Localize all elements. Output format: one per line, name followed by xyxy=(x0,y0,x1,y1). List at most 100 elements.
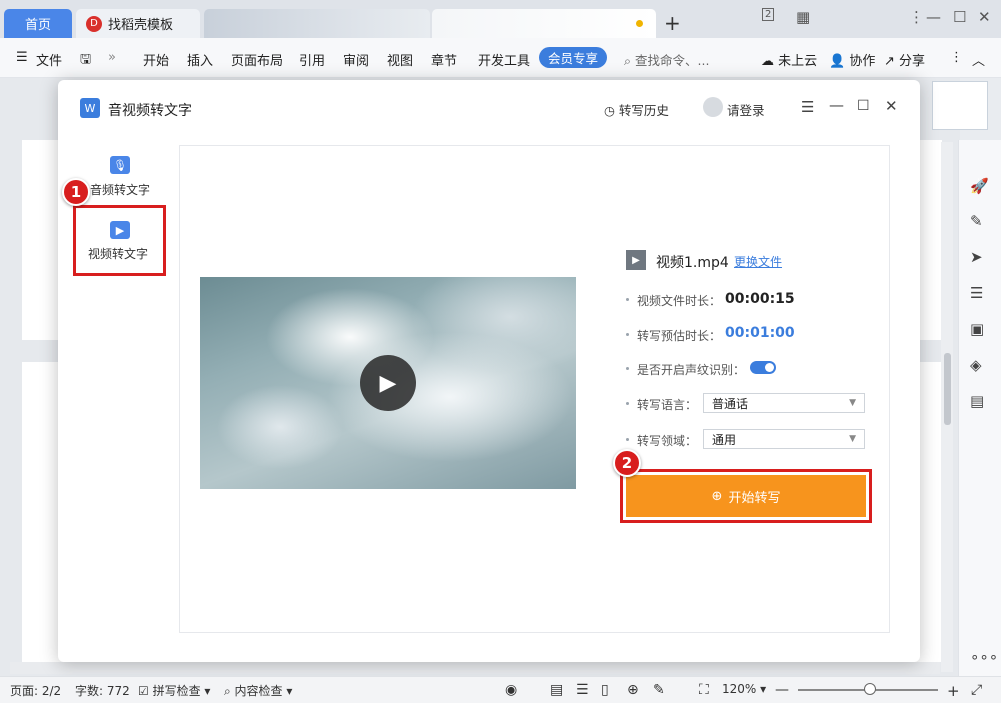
fit-page-icon[interactable]: ⛶ xyxy=(699,682,709,698)
search-icon: ⌕ xyxy=(624,53,632,68)
voiceprint-toggle[interactable] xyxy=(750,361,776,374)
horizontal-scrollbar[interactable] xyxy=(10,662,940,674)
spell-check-button[interactable]: ☑ 拼写检查 ▾ xyxy=(138,682,210,699)
change-file-link[interactable]: 更换文件 xyxy=(734,253,782,270)
docer-logo-icon: D xyxy=(86,15,102,32)
settings-sliders-icon[interactable]: ☰ xyxy=(970,284,983,302)
menu-file[interactable]: 文件 xyxy=(36,50,62,69)
outline-view-icon[interactable]: ☰ xyxy=(576,682,589,698)
unsaved-dot-icon xyxy=(636,20,643,27)
sidebar-item-audio[interactable]: 音频转文字 xyxy=(90,181,150,198)
spell-check-label: 拼写检查 xyxy=(152,684,201,698)
chevron-down-icon: ▼ xyxy=(849,398,856,408)
page-indicator[interactable]: 页面: 2/2 xyxy=(10,682,61,699)
bullet-icon xyxy=(626,333,629,336)
menu-devtools[interactable]: 开发工具 xyxy=(478,50,530,69)
dialog-close-button[interactable]: ✕ xyxy=(885,97,898,115)
share-label: 分享 xyxy=(899,54,926,69)
voiceprint-label: 是否开启声纹识别： xyxy=(637,363,746,377)
start-transcription-button[interactable]: ⊕ 开始转写 xyxy=(626,475,866,517)
zoom-slider-handle[interactable] xyxy=(864,683,876,695)
video-file-icon: ▶ xyxy=(626,250,646,270)
reading-view-icon[interactable]: ▯ xyxy=(601,682,609,698)
pen-view-icon[interactable]: ✎ xyxy=(653,682,665,698)
highlight-box-video xyxy=(73,205,166,276)
fullscreen-icon[interactable]: ⤢ xyxy=(971,682,982,698)
zoom-level[interactable]: 120% ▾ xyxy=(722,682,766,696)
menu-view[interactable]: 视图 xyxy=(387,50,413,69)
zoom-in-button[interactable]: + xyxy=(947,682,960,700)
start-button-label: 开始转写 xyxy=(728,490,781,506)
duration-label: 视频文件时长： xyxy=(637,294,722,308)
login-link[interactable]: 请登录 xyxy=(727,100,765,119)
history-label: 转写历史 xyxy=(618,103,669,118)
menu-icon[interactable]: ☰ xyxy=(801,98,814,116)
zoom-out-button[interactable]: — xyxy=(775,682,789,698)
command-search[interactable]: ⌕ 查找命令、... xyxy=(624,50,709,69)
tab-home[interactable]: 首页 xyxy=(4,9,72,38)
menu-review[interactable]: 审阅 xyxy=(343,50,369,69)
menu-chapter[interactable]: 章节 xyxy=(431,50,457,69)
page-view-icon[interactable]: ▤ xyxy=(550,682,563,698)
content-check-button[interactable]: ⌕ 内容检查 ▾ xyxy=(224,682,292,699)
tab-blurred[interactable] xyxy=(204,9,430,38)
step-badge-1: 1 xyxy=(62,178,90,206)
tab-template[interactable]: D 找稻壳模板 xyxy=(76,9,200,38)
zoom-level-label: 120% xyxy=(722,682,757,696)
tab-template-label: 找稻壳模板 xyxy=(108,18,174,33)
menu-layout[interactable]: 页面布局 xyxy=(231,50,283,69)
eye-protect-icon[interactable]: ◉ xyxy=(505,682,517,698)
expand-icon[interactable]: » xyxy=(108,50,116,65)
language-label: 转写语言： xyxy=(637,398,698,412)
domain-select-value: 通用 xyxy=(712,432,737,447)
scroll-thumb[interactable] xyxy=(944,353,951,425)
menu-reference[interactable]: 引用 xyxy=(299,50,325,69)
save-icon[interactable]: 🖫 xyxy=(80,50,91,72)
page-thumbnail[interactable] xyxy=(932,81,988,130)
history-button[interactable]: ◷ 转写历史 xyxy=(604,100,669,119)
more-icon[interactable]: ⋮ xyxy=(950,50,963,65)
clock-icon: ◷ xyxy=(604,103,615,118)
cursor-icon[interactable]: ➤ xyxy=(970,248,983,266)
cloud-status[interactable]: ☁ 未上云 xyxy=(761,50,817,69)
estimate-label: 转写预估时长： xyxy=(637,329,722,343)
sidebar-item-video[interactable]: 视频转文字 xyxy=(88,245,148,262)
vip-button[interactable]: 会员专享 xyxy=(539,47,607,68)
collapse-ribbon-icon[interactable]: ︿ xyxy=(972,50,985,69)
dialog-minimize-button[interactable]: — xyxy=(829,96,844,114)
collab-button[interactable]: 👤 协作 xyxy=(829,50,875,69)
minimize-button[interactable]: — xyxy=(926,8,941,26)
book-icon[interactable]: ▤ xyxy=(970,392,984,410)
language-select[interactable]: 普通话 ▼ xyxy=(703,393,865,413)
tab-document[interactable] xyxy=(432,9,656,38)
compass-icon[interactable]: ◈ xyxy=(970,356,982,374)
hamburger-icon[interactable]: ☰ xyxy=(16,50,28,65)
share-button[interactable]: ↗ 分享 xyxy=(884,50,925,69)
more-menu-icon[interactable]: ⋮ xyxy=(909,8,924,26)
layout-icon[interactable]: 2 xyxy=(762,8,775,21)
rocket-icon[interactable]: 🚀 xyxy=(970,177,989,195)
menu-insert[interactable]: 插入 xyxy=(187,50,213,69)
web-view-icon[interactable]: ⊕ xyxy=(627,682,639,698)
close-button[interactable]: ✕ xyxy=(978,8,991,26)
command-search-label: 查找命令、... xyxy=(635,53,710,68)
domain-label: 转写领域： xyxy=(637,434,698,448)
estimate-value: 00:01:00 xyxy=(725,325,795,341)
apps-grid-icon[interactable]: ▦ xyxy=(796,8,810,26)
video-camera-icon: ▶ xyxy=(110,221,130,239)
maximize-button[interactable]: ☐ xyxy=(953,8,966,26)
more-dots-icon[interactable]: ∘∘∘ xyxy=(970,648,998,666)
domain-select[interactable]: 通用 ▼ xyxy=(703,429,865,449)
chevron-down-icon: ▼ xyxy=(849,434,856,444)
new-tab-button[interactable]: + xyxy=(664,11,681,35)
word-count[interactable]: 字数: 772 xyxy=(75,682,130,699)
duration-value: 00:00:15 xyxy=(725,291,795,307)
collab-label: 协作 xyxy=(849,54,876,69)
dialog-maximize-button[interactable]: ☐ xyxy=(857,98,870,114)
avatar-icon[interactable] xyxy=(703,97,723,117)
file-name: 视频1.mp4 xyxy=(656,255,729,271)
pen-icon[interactable]: ✎ xyxy=(970,212,983,230)
menu-start[interactable]: 开始 xyxy=(143,50,169,69)
play-icon[interactable]: ▶ xyxy=(360,355,416,411)
image-edit-icon[interactable]: ▣ xyxy=(970,320,984,338)
